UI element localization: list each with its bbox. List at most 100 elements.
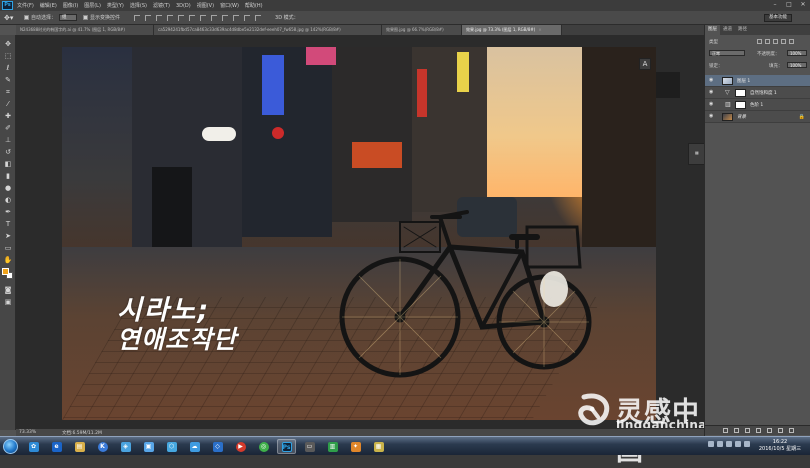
menu-image[interactable]: 图像(I) xyxy=(63,2,78,9)
close-icon[interactable]: ✕ xyxy=(799,1,807,9)
distribute-right-icon[interactable] xyxy=(255,14,262,21)
add-mask-icon[interactable] xyxy=(744,428,750,433)
taskbar-app-3[interactable]: ▤ xyxy=(70,439,89,454)
menu-window[interactable]: 窗口(W) xyxy=(220,2,239,9)
filter-shape-icon[interactable] xyxy=(781,39,786,44)
taskbar-app-11[interactable]: ◎ xyxy=(254,439,273,454)
hand-tool-icon[interactable]: ✋ xyxy=(3,255,13,265)
eyedropper-tool-icon[interactable]: ⁄ xyxy=(3,99,13,109)
layer-name[interactable]: 自然饱和度 1 xyxy=(750,90,777,96)
distribute-bottom-icon[interactable] xyxy=(222,14,229,21)
layer-row-vibrance[interactable]: ◉ ▽ 自然饱和度 1 xyxy=(705,87,810,99)
filter-smart-icon[interactable] xyxy=(789,39,794,44)
menu-help[interactable]: 帮助(H) xyxy=(245,2,263,9)
taskbar-app-14[interactable]: ▥ xyxy=(323,439,342,454)
gradient-tool-icon[interactable]: ▮ xyxy=(3,171,13,181)
new-group-icon[interactable] xyxy=(766,428,772,433)
visibility-eye-icon[interactable]: ◉ xyxy=(709,78,715,83)
trash-icon[interactable] xyxy=(788,428,794,433)
workspace-switcher[interactable]: 基本功能 xyxy=(764,14,792,22)
fill-input[interactable]: 100% xyxy=(787,62,807,68)
taskbar-app-16[interactable]: ▦ xyxy=(369,439,388,454)
tray-flag-icon[interactable] xyxy=(735,441,741,447)
visibility-eye-icon[interactable]: ◉ xyxy=(709,102,715,107)
layer-name[interactable]: 图层 1 xyxy=(737,78,750,84)
shape-tool-icon[interactable]: ▭ xyxy=(3,243,13,253)
kind-filter-label[interactable]: 类型 xyxy=(709,39,718,45)
distribute-left-icon[interactable] xyxy=(233,14,240,21)
taskbar-clock[interactable]: 16:22 2016/10/5 星期三 xyxy=(756,439,804,453)
taskbar-app-15[interactable]: ✦ xyxy=(346,439,365,454)
align-left-icon[interactable] xyxy=(167,14,174,21)
taskbar-app-2[interactable]: e xyxy=(47,439,66,454)
pen-tool-icon[interactable]: ✒ xyxy=(3,207,13,217)
taskbar-app-13[interactable]: ▭ xyxy=(300,439,319,454)
taskbar-photoshop[interactable]: Ps xyxy=(277,439,296,454)
doc-tab-3[interactable]: 效果图.jpg @ 66.7%(RGB/8#) xyxy=(382,25,462,35)
document-canvas[interactable]: 시라노; 연애조작단 xyxy=(62,47,656,420)
auto-select-checkbox[interactable] xyxy=(24,15,29,20)
maximize-icon[interactable]: □ xyxy=(785,1,793,9)
filter-adjust-icon[interactable] xyxy=(765,39,770,44)
menu-file[interactable]: 文件(F) xyxy=(17,2,34,9)
tray-app-icon[interactable] xyxy=(744,441,750,447)
align-right-icon[interactable] xyxy=(189,14,196,21)
minimize-icon[interactable]: – xyxy=(771,1,779,9)
taskbar-app-9[interactable]: ◇ xyxy=(208,439,227,454)
canvas-area[interactable]: 시라노; 연애조작단 灵感中国 lingganchina.com A ▦ xyxy=(16,35,740,467)
history-brush-icon[interactable]: ↺ xyxy=(3,147,13,157)
menu-filter[interactable]: 滤镜(T) xyxy=(153,2,170,9)
dodge-tool-icon[interactable]: ◐ xyxy=(3,195,13,205)
character-panel-icon[interactable]: A xyxy=(639,58,651,70)
doc-tab-2[interactable]: ca5294241fbd57ca8463c33d639ac4d8dbe5e213… xyxy=(154,25,382,35)
close-tab-icon[interactable]: × xyxy=(538,27,541,32)
zoom-level[interactable]: 73.33% xyxy=(19,430,36,435)
menu-select[interactable]: 选择(S) xyxy=(130,2,147,9)
visibility-eye-icon[interactable]: ◉ xyxy=(709,114,715,119)
distribute-center-icon[interactable] xyxy=(244,14,251,21)
layer-mask-thumbnail[interactable] xyxy=(735,89,746,97)
healing-brush-icon[interactable]: ✚ xyxy=(3,111,13,121)
link-layers-icon[interactable] xyxy=(722,428,728,433)
show-transform-checkbox[interactable] xyxy=(83,15,89,20)
visibility-eye-icon[interactable]: ◉ xyxy=(709,90,715,95)
tab-paths[interactable]: 路径 xyxy=(735,25,750,35)
layer-name[interactable]: 色阶 1 xyxy=(750,102,763,108)
taskbar-app-1[interactable]: ✿ xyxy=(24,439,43,454)
align-center-icon[interactable] xyxy=(178,14,185,21)
distribute-top-icon[interactable] xyxy=(200,14,207,21)
lasso-tool-icon[interactable]: ℓ xyxy=(3,63,13,73)
menu-layer[interactable]: 图层(L) xyxy=(84,2,101,9)
opacity-input[interactable]: 100% xyxy=(787,50,807,56)
taskbar-app-4[interactable]: K xyxy=(93,439,112,454)
move-tool-icon[interactable]: ✥ xyxy=(3,39,13,49)
align-middle-icon[interactable] xyxy=(145,14,152,21)
new-adjustment-icon[interactable] xyxy=(755,428,761,433)
layer-row-levels[interactable]: ◉ ▥ 色阶 1 xyxy=(705,99,810,111)
taskbar-app-6[interactable]: ▣ xyxy=(139,439,158,454)
auto-select-dropdown[interactable]: 组 xyxy=(59,14,78,21)
menu-edit[interactable]: 编辑(E) xyxy=(40,2,57,9)
layer-row-layer1[interactable]: ◉ 图层 1 xyxy=(705,75,810,87)
layer-row-background[interactable]: ◉ 背景 🔒 xyxy=(705,111,810,123)
panel-grip-icon[interactable]: ▦ xyxy=(695,150,699,155)
layer-name[interactable]: 背景 xyxy=(737,114,746,120)
align-top-icon[interactable] xyxy=(134,14,141,21)
quick-select-tool-icon[interactable]: ✎ xyxy=(3,75,13,85)
taskbar-app-7[interactable]: ⬡ xyxy=(162,439,181,454)
menu-view[interactable]: 视图(V) xyxy=(197,2,214,9)
doc-tab-1[interactable]: N243688时光的韩国字的.ai @ 41.7% (图层 1, RGB/8#) xyxy=(16,25,154,35)
eraser-tool-icon[interactable]: ◧ xyxy=(3,159,13,169)
taskbar-app-8[interactable]: ☁ xyxy=(185,439,204,454)
clone-stamp-icon[interactable]: ⊥ xyxy=(3,135,13,145)
screen-mode-icon[interactable]: ▣ xyxy=(3,297,13,307)
path-select-icon[interactable]: ➤ xyxy=(3,231,13,241)
foreground-color-swatch[interactable] xyxy=(2,268,9,275)
menu-type[interactable]: 类型(Y) xyxy=(107,2,124,9)
tray-volume-icon[interactable] xyxy=(717,441,723,447)
blend-mode-dropdown[interactable]: 正常 xyxy=(709,50,745,56)
tab-channels[interactable]: 通道 xyxy=(720,25,735,35)
blur-tool-icon[interactable]: ● xyxy=(3,183,13,193)
taskbar-app-5[interactable]: ◈ xyxy=(116,439,135,454)
marquee-tool-icon[interactable]: ⬚ xyxy=(3,51,13,61)
